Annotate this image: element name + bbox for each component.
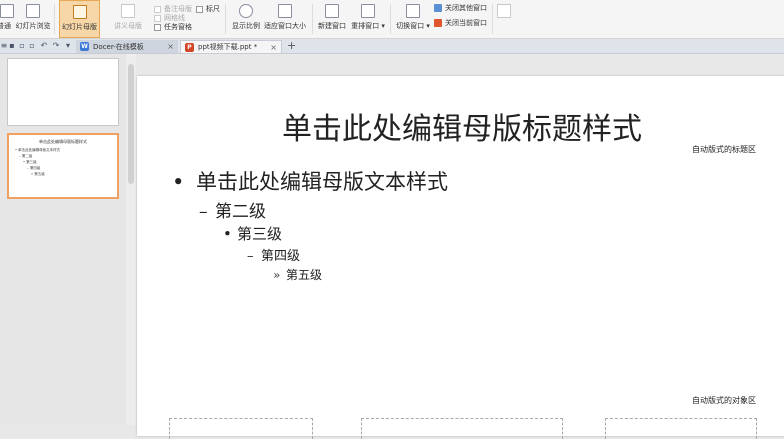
switch-window-icon <box>406 4 420 18</box>
arrange-window-icon <box>361 4 375 18</box>
undo-icon[interactable]: ↶ <box>40 41 48 50</box>
fit-window-button[interactable]: 适应窗口大小 <box>263 0 307 38</box>
zoom-magnifier-icon <box>239 4 253 18</box>
slide-thumbnail-pane: 单击此处编辑母版标题样式 • 单击此处编辑母版文本样式 – 第二级 • 第三级 … <box>0 54 127 425</box>
redo-icon[interactable]: ↷ <box>52 41 60 50</box>
print-preview-icon[interactable]: ▫ <box>28 41 36 50</box>
tab-ppt-file[interactable]: P ppt视频下载.ppt * × <box>180 40 282 53</box>
master-title-placeholder[interactable]: 单击此处编辑母版标题样式 <box>137 104 784 148</box>
zoom-button[interactable]: 显示比例 <box>230 0 262 38</box>
bullet-level-4[interactable]: – 第四级 <box>247 245 300 264</box>
bullet-level-1[interactable]: • 单击此处编辑母版文本样式 <box>172 166 448 196</box>
close-current-window-icon <box>434 19 442 27</box>
close-other-windows-icon <box>434 4 442 12</box>
slide-master-button[interactable]: 幻灯片母版 <box>59 0 100 38</box>
quick-access-dropdown-icon[interactable]: ▾ <box>64 41 72 50</box>
slide-sorter-icon <box>26 4 40 18</box>
print-icon[interactable]: ▫ <box>18 41 26 50</box>
slide-master-canvas[interactable]: 单击此处编辑母版标题样式 自动版式的标题区 • 单击此处编辑母版文本样式 – 第… <box>137 76 784 439</box>
slide-master-icon <box>72 5 87 19</box>
close-tab-icon[interactable]: × <box>270 43 277 52</box>
close-current-window-button[interactable]: 关闭当前窗口 <box>434 18 487 28</box>
bullet-level-2[interactable]: – 第二级 <box>199 197 266 222</box>
ribbon-more-button[interactable] <box>496 0 512 38</box>
fit-window-icon <box>278 4 292 18</box>
new-tab-icon[interactable]: + <box>287 39 296 52</box>
handout-master-icon <box>121 4 135 18</box>
close-other-windows-button[interactable]: 关闭其他窗口 <box>434 3 487 13</box>
footer-placeholder[interactable] <box>361 418 563 439</box>
new-window-button[interactable]: 新建窗口 <box>316 0 348 38</box>
more-options-icon <box>497 4 511 18</box>
ribbon-view-tab: 普通 幻灯片浏览 幻灯片母版 讲义母版 备注母版 标尺 网格线 任务窗格 显示比… <box>0 0 784 39</box>
task-pane-checkbox[interactable]: 任务窗格 <box>154 22 192 32</box>
slide-master-thumbnail[interactable] <box>7 58 119 126</box>
ruler-checkbox[interactable]: 标尺 <box>196 4 220 14</box>
slide-number-placeholder[interactable] <box>605 418 757 439</box>
handout-master-button[interactable]: 讲义母版 <box>106 0 150 38</box>
arrange-window-button[interactable]: 重排窗口 ▾ <box>350 0 386 38</box>
menu-icon[interactable]: ≡ <box>0 41 8 50</box>
document-tab-bar: ≡ ▪ ▫ ▫ ↶ ↷ ▾ W Docer-在线模板 × P ppt视频下载.p… <box>0 39 784 54</box>
normal-view-icon <box>0 4 14 18</box>
save-icon[interactable]: ▪ <box>8 41 16 50</box>
switch-window-button[interactable]: 切换窗口 ▾ <box>394 0 432 38</box>
date-placeholder[interactable] <box>169 418 313 439</box>
title-area-note: 自动版式的标题区 <box>692 145 756 154</box>
object-area-note: 自动版式的对象区 <box>692 396 756 405</box>
tab-docer[interactable]: W Docer-在线模板 × <box>76 40 178 53</box>
layout-thumbnail-selected[interactable]: 单击此处编辑母版标题样式 • 单击此处编辑母版文本样式 – 第二级 • 第三级 … <box>7 133 119 199</box>
bullet-level-3[interactable]: • 第三级 <box>223 223 282 244</box>
ppt-file-icon: P <box>185 42 194 52</box>
docer-icon: W <box>80 42 89 51</box>
bullet-level-5[interactable]: » 第五级 <box>273 266 322 283</box>
close-tab-icon[interactable]: × <box>167 42 174 51</box>
normal-view-button[interactable]: 普通 <box>0 0 14 38</box>
slide-sorter-button[interactable]: 幻灯片浏览 <box>16 0 51 38</box>
new-window-icon <box>325 4 339 18</box>
thumbnail-scrollbar[interactable] <box>126 54 136 425</box>
